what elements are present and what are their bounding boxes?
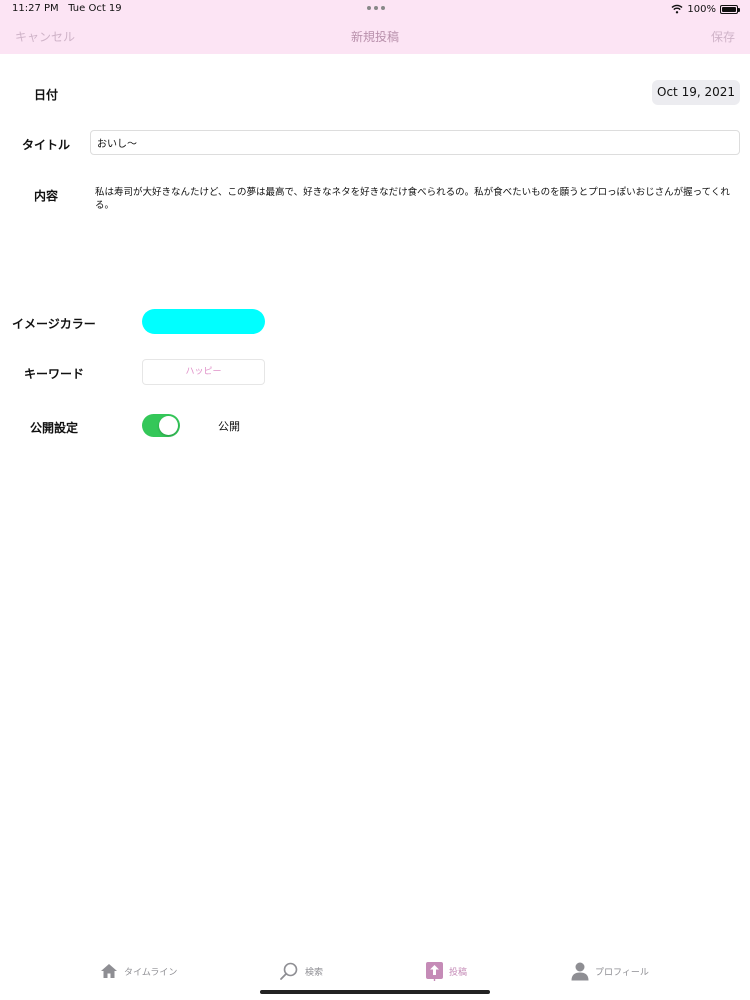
- home-indicator[interactable]: [260, 990, 490, 994]
- keyword-button[interactable]: ハッピー: [142, 359, 265, 385]
- visibility-toggle-knob: [159, 416, 178, 435]
- status-date-value: Tue Oct 19: [68, 3, 122, 14]
- date-label: 日付: [34, 88, 59, 102]
- title-input[interactable]: [90, 130, 740, 155]
- upload-icon: [426, 962, 443, 981]
- visibility-toggle[interactable]: [142, 414, 180, 437]
- battery-fill: [722, 6, 736, 12]
- content-textarea[interactable]: 私は寿司が大好きなんたけど、この夢は最高で、好きなネタを好きなだけ食べられるの。…: [95, 186, 735, 212]
- date-picker[interactable]: Oct 19, 2021: [652, 80, 740, 105]
- image-color-label: イメージカラー: [12, 317, 96, 331]
- tab-post-label: 投稿: [449, 967, 468, 978]
- image-color-swatch[interactable]: [142, 309, 265, 334]
- tab-search[interactable]: 検索: [279, 960, 323, 982]
- tab-timeline-label: タイムライン: [124, 967, 178, 978]
- tab-search-label: 検索: [305, 967, 324, 978]
- save-button[interactable]: 保存: [711, 28, 735, 45]
- page-title: 新規投稿: [350, 30, 399, 44]
- wifi-icon: [671, 4, 683, 14]
- status-time-value: 11:27 PM: [12, 3, 59, 14]
- cancel-button[interactable]: キャンセル: [15, 28, 75, 45]
- home-icon: [101, 964, 117, 978]
- status-time: 11:27 PM Tue Oct 19: [12, 3, 122, 14]
- battery-percent: 100%: [687, 3, 716, 15]
- status-indicators: 100%: [671, 2, 740, 16]
- visibility-value: 公開: [218, 420, 240, 433]
- title-label: タイトル: [22, 138, 71, 152]
- tab-profile-label: プロフィール: [595, 967, 649, 978]
- tab-timeline[interactable]: タイムライン: [100, 960, 177, 982]
- navigation-bar: キャンセル 新規投稿 保存: [0, 18, 750, 54]
- keyword-label: キーワード: [24, 367, 85, 381]
- tab-bar: タイムライン 検索 投稿 プロフィール: [0, 950, 750, 990]
- person-icon: [571, 962, 589, 980]
- battery-icon: [720, 4, 740, 14]
- multitasking-dots-icon[interactable]: [367, 2, 387, 14]
- tab-profile[interactable]: プロフィール: [571, 960, 649, 982]
- search-icon: [280, 962, 298, 980]
- status-bar: 11:27 PM Tue Oct 19 100%: [0, 0, 750, 18]
- tab-post[interactable]: 投稿: [426, 960, 467, 982]
- visibility-label: 公開設定: [30, 421, 79, 435]
- content-label: 内容: [34, 189, 59, 203]
